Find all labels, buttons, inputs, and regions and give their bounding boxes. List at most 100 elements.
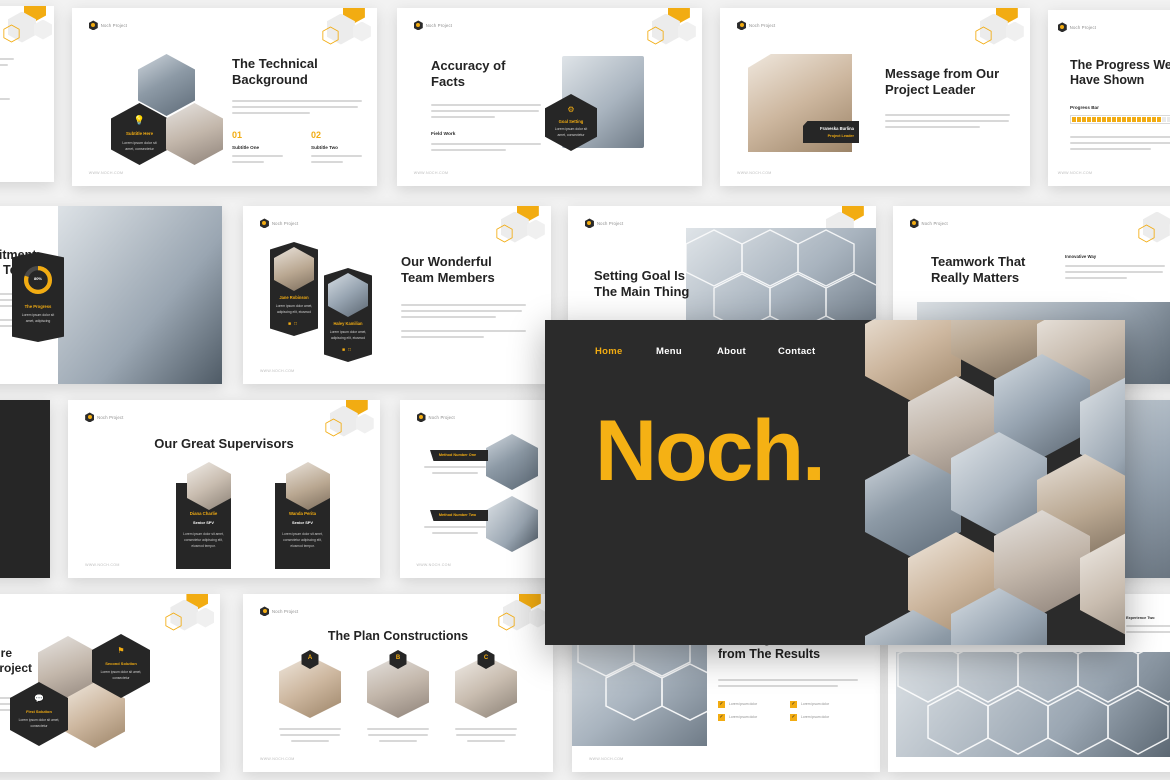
target-icon: ⚙ — [567, 105, 575, 114]
slide-plan-constructions[interactable]: Noch Project The Plan Constructions A B — [243, 594, 553, 772]
footer-url: WWW.NOCH.COM — [260, 757, 295, 762]
method-label: Method Number One — [438, 453, 477, 457]
hex-logo-icon — [909, 218, 919, 229]
hero-slide[interactable]: Home Menu About Contact Noch. Project Re… — [545, 320, 1125, 645]
supervisor-name: Wanda Perita — [288, 511, 317, 516]
slide-message-from-leader[interactable]: Noch Project Franeska Burlina Project Le… — [720, 8, 1030, 186]
slide-title-line2: Really Matters — [931, 269, 1020, 285]
nav-item-home[interactable]: Home — [595, 346, 656, 357]
progress-segment — [1162, 116, 1166, 122]
hero-photo-cluster — [855, 320, 1125, 645]
solution-text: Lorem ipsum dolor sit amet, consectetur — [100, 670, 142, 680]
hex-decoration — [1117, 210, 1170, 252]
plan-item: C — [455, 650, 517, 746]
progress-segment — [1087, 116, 1091, 122]
slide-team-members[interactable]: Noch Project Jane Robinson Lorem ipsum d… — [243, 206, 551, 384]
slide-image — [686, 228, 876, 334]
slide-image — [58, 206, 222, 384]
brand-logo: Noch Project — [88, 20, 127, 31]
slide-progress-shown[interactable]: Noch Project The Progress We Have Shown … — [1048, 10, 1170, 186]
method-image — [486, 434, 538, 490]
slide-title-line2: Facts — [431, 73, 465, 89]
slide-question-dark[interactable]: on y! — [0, 400, 50, 578]
slide-title-line2: Project Leader — [885, 81, 976, 97]
social-icons[interactable]: ■□ — [270, 321, 318, 327]
bulb-icon: 💡 — [133, 115, 146, 125]
presentation-template-showcase: Noch Project 💡 Subtitle Here Lorem ipsum… — [0, 0, 1170, 780]
plan-badge-letter: A — [307, 655, 313, 661]
member-name: Haley Kamilian — [333, 321, 363, 326]
method-label-bar: Method Number Two — [430, 510, 488, 521]
hex-logo-icon — [88, 20, 98, 31]
slide-great-supervisors[interactable]: Noch Project Our Great Supervisors Diana… — [68, 400, 380, 578]
progress-segment — [1082, 116, 1086, 122]
badge-body: Lorem ipsum dolor sit amet, adipiscing — [21, 313, 55, 323]
badge-label: Goal Setting — [558, 119, 584, 124]
brand-logo-text: Noch Project — [97, 414, 124, 420]
highlight-badge: 💡 Subtitle Here Lorem ipsum dolor sit am… — [111, 103, 168, 165]
slide-title-line1: Setting Goal Is — [594, 268, 686, 283]
hex-logo-icon — [416, 412, 426, 423]
progress-segment — [1077, 116, 1081, 122]
slide-title-line1: The Technical — [232, 56, 318, 71]
hero-navigation[interactable]: Home Menu About Contact — [595, 346, 839, 357]
brand-logo: Noch Project — [737, 20, 775, 31]
progress-segment — [1107, 116, 1111, 122]
slide-edge-top-left[interactable] — [0, 6, 54, 182]
brand-logo: Noch Project — [85, 412, 124, 423]
slide-image — [166, 103, 223, 165]
supervisor-text: Lorem ipsum dolor sit amet, consectetur … — [282, 532, 323, 548]
brand-logo: Noch Project — [909, 218, 948, 229]
badge-label: The Progress — [24, 304, 52, 309]
method-label-bar: Method Number One — [430, 450, 488, 461]
progress-card: 80% The Progress Lorem ipsum dolor sit a… — [12, 252, 64, 342]
slide-title-line1: The Progress We — [1070, 58, 1170, 72]
brand-logo-text: Noch Project — [921, 220, 948, 226]
plan-item: A — [279, 650, 341, 746]
check-item: ✓ Lorem ipsum dolor — [790, 713, 852, 721]
hex-outline-icon — [3, 24, 20, 43]
slide-technical-background[interactable]: Noch Project 💡 Subtitle Here Lorem ipsum… — [72, 8, 377, 186]
supervisor-text: Lorem ipsum dolor sit amet, consectetur … — [183, 532, 224, 548]
member-text: Lorem ipsum dolor amet, adipiscing elit,… — [275, 304, 313, 314]
brand-logo: Noch Project — [584, 218, 623, 229]
slide-commitment-of-team[interactable]: Commitment Of Our Team 80% The Progress … — [0, 206, 222, 384]
slide-title-line1: Accuracy of — [431, 58, 506, 73]
hex-decoration — [954, 8, 1024, 54]
nav-item-about[interactable]: About — [717, 346, 778, 357]
member-photo — [274, 247, 314, 291]
nav-item-menu[interactable]: Menu — [656, 346, 717, 357]
hex-grid-overlay — [897, 652, 1170, 755]
hex-decoration — [301, 8, 371, 54]
brand-logo-text: Noch Project — [272, 608, 299, 614]
brand-logo-text: Noch Project — [425, 22, 453, 28]
progress-segment — [1112, 116, 1116, 122]
person-role: Project Leader — [827, 134, 854, 138]
footer-url: WWW.NOCH.COM — [737, 171, 772, 176]
hex-decoration — [144, 594, 215, 640]
check-label: Lorem ipsum dolor — [801, 715, 830, 719]
slide-title-line2: Background — [232, 71, 308, 87]
slide-title-line1: Our Wonderful — [401, 254, 492, 269]
brand-logo: Noch Project — [1057, 22, 1096, 33]
badge-body: Lorem ipsum dolor sit amet, consectetur — [554, 127, 588, 137]
brand-logo: Noch Project — [260, 606, 299, 617]
progress-segment — [1117, 116, 1121, 122]
slide-image — [138, 54, 195, 116]
progress-segment — [1137, 116, 1141, 122]
check-label: Lorem ipsum dolor — [729, 715, 758, 719]
progress-segment — [1072, 116, 1076, 122]
hex-logo-icon — [413, 20, 423, 31]
social-icons[interactable]: ■□ — [324, 347, 372, 353]
check-icon: ✓ — [718, 713, 725, 721]
slide-future-of-project[interactable]: The Future Of Our Project ⚑ Second Solut… — [0, 594, 220, 772]
progress-segment — [1122, 116, 1126, 122]
solution-label: First Solution — [26, 709, 52, 714]
stat-number: 01 — [232, 129, 243, 140]
check-item: ✓ Lorem ipsum dolor — [718, 700, 780, 708]
member-card: Haley Kamilian Lorem ipsum dolor amet, a… — [324, 268, 372, 362]
hex-grid-overlay — [686, 229, 876, 331]
nav-item-contact[interactable]: Contact — [778, 346, 839, 357]
slide-accuracy-of-facts[interactable]: Noch Project Accuracy of Facts Field Wor… — [397, 8, 702, 186]
footer-url: WWW.NOCH.COM — [259, 369, 295, 374]
